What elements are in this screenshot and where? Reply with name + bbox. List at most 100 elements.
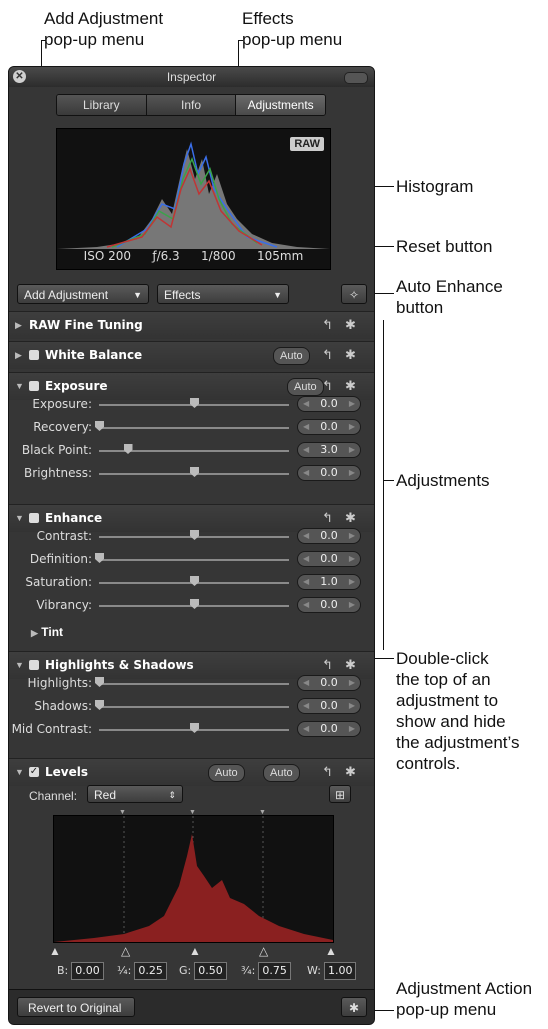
- slider-handle[interactable]: [190, 530, 199, 540]
- slider-handle[interactable]: [95, 553, 104, 563]
- channel-select[interactable]: Red ⇕: [87, 785, 183, 803]
- disclosure-triangle-icon[interactable]: ▼: [15, 767, 24, 777]
- increment-arrow-icon[interactable]: ▶: [349, 399, 355, 408]
- tab-library[interactable]: Library: [57, 95, 147, 115]
- increment-arrow-icon[interactable]: ▶: [349, 554, 355, 563]
- increment-arrow-icon[interactable]: ▶: [349, 701, 355, 710]
- value-stepper[interactable]: ◀ 0.0 ▶: [297, 528, 361, 544]
- slider-handle[interactable]: [123, 444, 133, 454]
- toolbar-toggle-button[interactable]: [344, 72, 368, 84]
- increment-arrow-icon[interactable]: ▶: [349, 724, 355, 733]
- value-stepper[interactable]: ◀ 0.0 ▶: [297, 675, 361, 691]
- slider-row: Mid Contrast: ◀ 0.0 ▶: [9, 718, 374, 741]
- increment-arrow-icon[interactable]: ▶: [349, 445, 355, 454]
- value-stepper[interactable]: ◀ 0.0 ▶: [297, 396, 361, 412]
- black-point-handle[interactable]: ▲: [49, 944, 61, 958]
- tab-info[interactable]: Info: [146, 95, 237, 115]
- increment-arrow-icon[interactable]: ▶: [349, 422, 355, 431]
- slider-label: Black Point:: [21, 443, 92, 457]
- tint-disclosure[interactable]: ▶ Tint: [31, 625, 63, 639]
- white-point-handle[interactable]: ▲: [325, 944, 337, 958]
- gear-icon[interactable]: ✱: [345, 510, 356, 526]
- value-stepper[interactable]: ◀ 1.0 ▶: [297, 574, 361, 590]
- value-stepper[interactable]: ◀ 0.0 ▶: [297, 465, 361, 481]
- section-levels[interactable]: ▼ ✓ Levels Auto Auto ↰ ✱: [9, 758, 374, 786]
- section-white-balance[interactable]: ▶ White Balance Auto ↰ ✱: [9, 341, 374, 369]
- quarter-handle[interactable]: △: [121, 944, 130, 958]
- checkbox-checked-icon[interactable]: ✓: [29, 767, 39, 777]
- inspector-panel: ✕ Inspector Library Info Adjustments RAW…: [8, 66, 375, 1025]
- reset-icon[interactable]: ↰: [322, 378, 333, 394]
- slider-track[interactable]: [99, 427, 289, 429]
- levels-field-label: ¼:: [117, 964, 132, 977]
- effects-popup[interactable]: Effects ▼: [157, 284, 289, 304]
- value-stepper[interactable]: ◀ 0.0 ▶: [297, 551, 361, 567]
- checkbox-icon[interactable]: [29, 350, 39, 360]
- increment-arrow-icon[interactable]: ▶: [349, 531, 355, 540]
- slider-handle[interactable]: [190, 467, 199, 477]
- checkbox-icon[interactable]: [29, 660, 39, 670]
- auto-button[interactable]: Auto: [273, 347, 310, 365]
- gray-point-handle[interactable]: ▲: [189, 944, 201, 958]
- auto-luminance-button[interactable]: Auto: [208, 764, 245, 782]
- value-stepper[interactable]: ◀ 0.0 ▶: [297, 698, 361, 714]
- disclosure-triangle-icon[interactable]: ▼: [15, 381, 24, 391]
- slider-row: Vibrancy: ◀ 0.0 ▶: [9, 594, 374, 617]
- increment-arrow-icon[interactable]: ▶: [349, 577, 355, 586]
- disclosure-triangle-icon[interactable]: ▼: [15, 513, 24, 523]
- section-title: Levels: [45, 765, 89, 779]
- slider-track[interactable]: [99, 683, 289, 685]
- slider-handle[interactable]: [95, 677, 104, 687]
- disclosure-triangle-icon[interactable]: ▶: [15, 350, 22, 361]
- slider-track[interactable]: [99, 706, 289, 708]
- disclosure-triangle-icon[interactable]: ▶: [31, 628, 38, 638]
- gear-icon[interactable]: ✱: [345, 764, 356, 780]
- value-stepper[interactable]: ◀ 3.0 ▶: [297, 442, 361, 458]
- slider-handle[interactable]: [95, 421, 104, 431]
- reset-icon[interactable]: ↰: [322, 317, 333, 333]
- disclosure-triangle-icon[interactable]: ▶: [15, 320, 22, 331]
- reset-icon[interactable]: ↰: [322, 764, 333, 780]
- slider-handle[interactable]: [95, 700, 104, 710]
- increment-arrow-icon[interactable]: ▶: [349, 468, 355, 477]
- increment-arrow-icon[interactable]: ▶: [349, 600, 355, 609]
- add-adjustment-popup[interactable]: Add Adjustment ▼: [17, 284, 149, 304]
- disclosure-triangle-icon[interactable]: ▼: [15, 660, 24, 670]
- levels-field-input[interactable]: 0.25: [134, 962, 167, 980]
- slider-handle[interactable]: [190, 398, 199, 408]
- histogram: RAW ISO 200 ƒ/6.3 1/800 105mm: [56, 128, 331, 270]
- auto-rgb-button[interactable]: Auto: [263, 764, 300, 782]
- callout-add-adjustment: Add Adjustment pop-up menu: [44, 9, 164, 49]
- slider-track[interactable]: [99, 559, 289, 561]
- levels-field-input[interactable]: 0.50: [194, 962, 227, 980]
- auto-enhance-button[interactable]: ✧: [341, 284, 367, 304]
- three-quarter-handle[interactable]: △: [259, 944, 268, 958]
- close-icon[interactable]: ✕: [13, 70, 26, 83]
- levels-field-input[interactable]: 0.00: [71, 962, 104, 980]
- checkbox-icon[interactable]: [29, 513, 39, 523]
- slider-row: Brightness: ◀ 0.0 ▶: [9, 462, 374, 485]
- value-stepper[interactable]: ◀ 0.0 ▶: [297, 419, 361, 435]
- slider-handle[interactable]: [190, 576, 199, 586]
- checkbox-icon[interactable]: [29, 381, 39, 391]
- reset-icon[interactable]: ↰: [322, 657, 333, 673]
- reset-icon[interactable]: ↰: [322, 510, 333, 526]
- gear-icon[interactable]: ✱: [345, 657, 356, 673]
- section-raw-fine-tuning[interactable]: ▶ RAW Fine Tuning ↰ ✱: [9, 311, 374, 339]
- value-stepper[interactable]: ◀ 0.0 ▶: [297, 721, 361, 737]
- levels-field-input[interactable]: 0.75: [258, 962, 291, 980]
- revert-to-original-button[interactable]: Revert to Original: [17, 997, 135, 1017]
- tab-adjustments[interactable]: Adjustments: [236, 95, 325, 115]
- adjustment-action-button[interactable]: ✱: [341, 997, 367, 1017]
- slider-label: Saturation:: [25, 575, 92, 589]
- gear-icon[interactable]: ✱: [345, 347, 356, 363]
- levels-histogram-button[interactable]: ⊞: [329, 785, 351, 803]
- gear-icon[interactable]: ✱: [345, 317, 356, 333]
- increment-arrow-icon[interactable]: ▶: [349, 678, 355, 687]
- value-stepper[interactable]: ◀ 0.0 ▶: [297, 597, 361, 613]
- slider-handle[interactable]: [190, 723, 199, 733]
- gear-icon[interactable]: ✱: [345, 378, 356, 394]
- reset-icon[interactable]: ↰: [322, 347, 333, 363]
- slider-handle[interactable]: [190, 599, 199, 609]
- levels-field-input[interactable]: 1.00: [323, 962, 357, 980]
